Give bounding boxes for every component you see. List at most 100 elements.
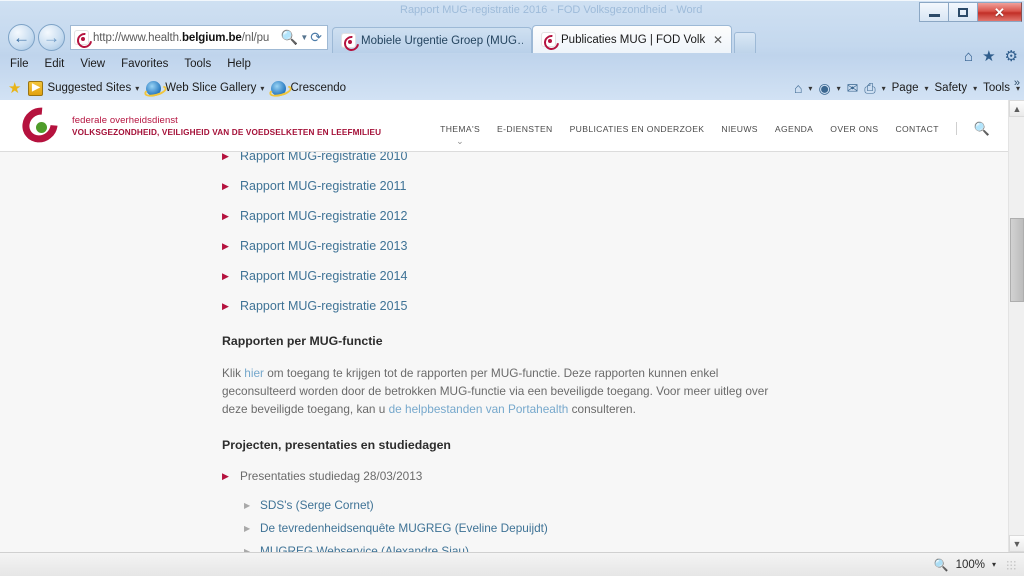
close-button[interactable]: ✕ — [977, 2, 1022, 22]
paragraph-text-part-1: Klik — [222, 366, 245, 380]
home-icon[interactable]: ⌂ — [794, 81, 802, 95]
report-link-2015[interactable]: Rapport MUG-registratie 2015 — [240, 298, 407, 314]
forward-button[interactable]: → — [38, 24, 65, 51]
list-item[interactable]: ▶ MUGREG Webservice (Alexandre Siau) — [244, 544, 1008, 552]
triangle-bullet-icon: ▶ — [244, 524, 251, 533]
chevron-down-icon[interactable]: ▾ — [992, 560, 996, 569]
browser-window: Rapport MUG-registratie 2016 - FOD Volks… — [0, 0, 1024, 576]
favorites-item-label: Suggested Sites — [47, 82, 132, 94]
title-bar: Rapport MUG-registratie 2016 - FOD Volks… — [0, 1, 1024, 23]
restore-button[interactable] — [948, 2, 977, 22]
nav-item-contact[interactable]: CONTACT — [895, 124, 938, 134]
triangle-bullet-icon: ▶ — [222, 471, 229, 481]
scrollbar-thumb[interactable] — [1010, 218, 1024, 302]
status-bar: 🔍 100% ▾ — [0, 552, 1024, 576]
chevron-down-icon[interactable]: ▾ — [924, 84, 928, 93]
chevron-down-icon[interactable]: ▾ — [882, 84, 886, 93]
link-portahealth-helpbestanden[interactable]: de helpbestanden van Portahealth — [389, 402, 569, 416]
list-item[interactable]: ▶ Rapport MUG-registratie 2012 — [222, 208, 1008, 224]
print-icon[interactable]: ⎙ — [864, 81, 875, 95]
report-link-2013[interactable]: Rapport MUG-registratie 2013 — [240, 238, 407, 254]
list-item[interactable]: ▶ De tevredenheidsenquête MUGREG (Evelin… — [244, 521, 1008, 536]
report-link-2014[interactable]: Rapport MUG-registratie 2014 — [240, 268, 407, 284]
list-item[interactable]: ▶ Rapport MUG-registratie 2015 — [222, 298, 1008, 314]
nav-divider — [955, 122, 957, 135]
triangle-bullet-icon: ▶ — [222, 271, 229, 281]
menu-item-view[interactable]: View — [80, 58, 105, 70]
chevron-down-icon[interactable]: ▾ — [808, 84, 812, 93]
paragraph-rapporten-per-mug-functie: Klik hier om toegang te krijgen tot de r… — [222, 364, 788, 418]
favorites-item-web-slice-gallery[interactable]: Web Slice Gallery ▾ — [146, 80, 264, 96]
list-item[interactable]: ▶ Rapport MUG-registratie 2011 — [222, 178, 1008, 194]
resize-grip[interactable] — [1006, 559, 1016, 570]
list-item[interactable]: ▶ Rapport MUG-registratie 2014 — [222, 268, 1008, 284]
site-logo[interactable]: federale overheidsdienst VOLKSGEZONDHEID… — [15, 100, 381, 150]
search-icon[interactable]: 🔍 — [281, 29, 298, 46]
chevron-down-icon[interactable]: ▾ — [973, 84, 977, 93]
nav-item-nieuws[interactable]: NIEUWS — [721, 124, 757, 134]
window-title: Rapport MUG-registratie 2016 - FOD Volks… — [400, 4, 703, 16]
nav-item-themas[interactable]: THEMA'S ⌄ — [440, 123, 481, 146]
presentation-link-sds-serge-cornet[interactable]: SDS's (Serge Cornet) — [260, 498, 374, 513]
back-icon: ← — [13, 28, 30, 47]
search-icon[interactable]: 🔍 — [974, 122, 990, 135]
favorites-item-label: Crescendo — [290, 82, 347, 94]
back-button[interactable]: ← — [8, 24, 35, 51]
browser-chrome: Rapport MUG-registratie 2016 - FOD Volks… — [0, 0, 1024, 100]
scroll-up-button[interactable]: ▲ — [1009, 100, 1024, 117]
ie-icon — [146, 80, 162, 96]
logo-text: federale overheidsdienst VOLKSGEZONDHEID… — [72, 115, 381, 137]
list-item[interactable]: ▶ Rapport MUG-registratie 2013 — [222, 238, 1008, 254]
tab-publicaties-mug[interactable]: Publicaties MUG | FOD Volk… ✕ — [532, 25, 732, 53]
zoom-level-label[interactable]: 100% — [956, 559, 985, 571]
menu-item-file[interactable]: File — [10, 58, 29, 70]
menu-item-edit[interactable]: Edit — [45, 58, 65, 70]
add-favorite-star-icon[interactable]: ★ — [8, 81, 21, 96]
nav-item-agenda[interactable]: AGENDA — [775, 124, 813, 134]
favorites-item-suggested-sites[interactable]: ▶ Suggested Sites ▾ — [28, 80, 139, 96]
nav-item-over-ons[interactable]: OVER ONS — [830, 124, 878, 134]
favorites-item-crescendo[interactable]: Crescendo — [271, 80, 347, 96]
navigation-row: ← → http://www.health.belgium.be/nl/pu 🔍… — [0, 23, 1024, 64]
logo-line-1: federale overheidsdienst — [72, 115, 178, 126]
new-tab-button[interactable] — [734, 32, 756, 53]
zoom-magnifier-icon[interactable]: 🔍 — [934, 559, 949, 571]
menu-item-favorites[interactable]: Favorites — [121, 58, 168, 70]
favorites-item-label: Web Slice Gallery — [165, 82, 257, 94]
menu-item-help[interactable]: Help — [227, 58, 251, 70]
command-page-button[interactable]: Page — [892, 82, 919, 94]
refresh-icon[interactable]: ⟳ — [310, 29, 322, 46]
chevron-down-icon[interactable]: ▾ — [837, 84, 841, 93]
command-safety-button[interactable]: Safety — [935, 82, 968, 94]
chevron-down-icon: ▼ — [1012, 538, 1022, 549]
tab-close-icon[interactable]: ✕ — [713, 33, 723, 47]
report-link-2012[interactable]: Rapport MUG-registratie 2012 — [240, 208, 407, 224]
chevron-down-icon[interactable]: ▼ — [300, 33, 308, 42]
section-heading-projecten-presentaties-en-studiedagen: Projecten, presentaties en studiedagen — [222, 438, 451, 452]
presentation-link-tevredenheidsenquete-mugreg[interactable]: De tevredenheidsenquête MUGREG (Eveline … — [260, 521, 548, 536]
address-bar[interactable]: http://www.health.belgium.be/nl/pu 🔍 ▼ ⟳ — [70, 25, 328, 50]
nav-item-publicaties-en-onderzoek[interactable]: PUBLICATIES EN ONDERZOEK — [570, 124, 705, 134]
link-hier[interactable]: hier — [244, 366, 264, 380]
triangle-bullet-icon: ▶ — [244, 501, 251, 510]
scroll-down-button[interactable]: ▼ — [1009, 535, 1024, 552]
command-overflow-icon[interactable]: » — [1014, 77, 1020, 89]
tab-mobiele-urgentie-groep[interactable]: Mobiele Urgentie Groep (MUG… — [332, 27, 532, 53]
window-controls: ✕ — [919, 2, 1022, 22]
list-item[interactable]: ▶ SDS's (Serge Cornet) — [244, 498, 1008, 513]
forward-icon: → — [43, 28, 60, 47]
menu-item-tools[interactable]: Tools — [184, 58, 211, 70]
presentation-link-mugreg-webservice[interactable]: MUGREG Webservice (Alexandre Siau) — [260, 544, 469, 552]
rss-feeds-icon[interactable]: ◉ — [818, 81, 830, 95]
report-link-2011[interactable]: Rapport MUG-registratie 2011 — [240, 178, 407, 194]
nav-item-label: THEMA'S — [440, 123, 481, 134]
nav-item-e-diensten[interactable]: E-DIENSTEN — [497, 124, 553, 134]
suggested-sites-icon: ▶ — [28, 80, 44, 96]
logo-line-2: VOLKSGEZONDHEID, VEILIGHEID VAN DE VOEDS… — [72, 128, 382, 137]
page-viewport: federale overheidsdienst VOLKSGEZONDHEID… — [0, 100, 1008, 552]
command-tools-button[interactable]: Tools — [983, 82, 1010, 94]
page-scrollbar[interactable]: ▲ ▼ — [1008, 100, 1024, 552]
site-header: federale overheidsdienst VOLKSGEZONDHEID… — [0, 100, 1008, 152]
read-mail-icon[interactable]: ✉ — [847, 81, 859, 95]
minimize-button[interactable] — [919, 2, 948, 22]
